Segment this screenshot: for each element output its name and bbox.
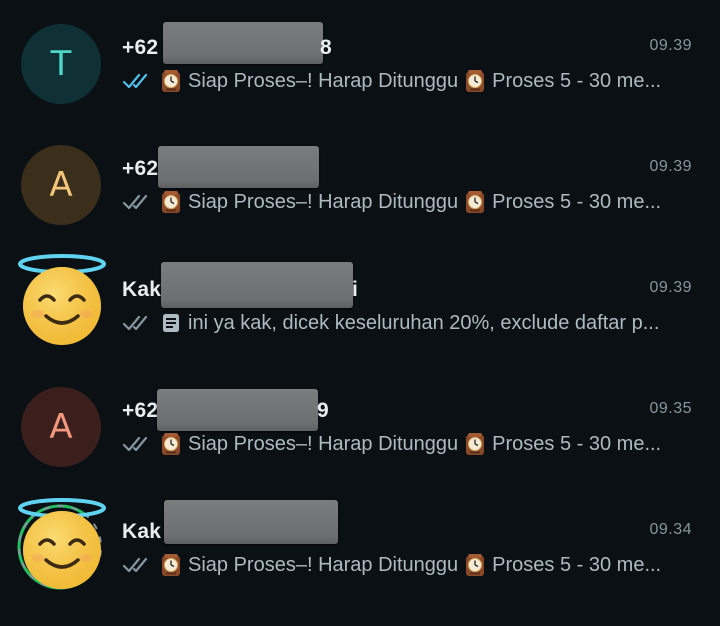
message-preview: Siap Proses–! Harap Ditunggu Proses 5 - … (122, 552, 692, 578)
chat-row[interactable]: A +62 09.39 Siap Proses–! Harap Ditunggu… (0, 121, 720, 242)
delivered-ticks-icon (122, 435, 152, 453)
avatar[interactable]: A (21, 387, 101, 467)
avatar-letter: A (49, 165, 73, 205)
contact-name: +62 (122, 157, 159, 180)
mantelpiece-clock-icon (464, 553, 486, 577)
mantelpiece-clock-icon (160, 553, 182, 577)
angel-emoji-icon (14, 496, 110, 592)
read-ticks-icon (122, 72, 152, 90)
document-icon (163, 314, 179, 332)
avatar[interactable] (14, 252, 110, 348)
message-preview: Siap Proses–! Harap Ditunggu Proses 5 - … (122, 68, 692, 94)
chat-row[interactable]: Kak i 09.39 ini ya kak, dicek keseluruha… (0, 242, 720, 363)
redaction-box (163, 22, 323, 64)
avatar[interactable]: A (21, 145, 101, 225)
avatar[interactable]: T (21, 24, 101, 104)
preview-text: Proses 5 - 30 me... (492, 553, 662, 576)
preview-text: Siap Proses–! Harap Ditunggu (188, 553, 459, 576)
message-time: 09.39 (649, 37, 692, 54)
message-time: 09.39 (649, 158, 692, 175)
angel-emoji-icon (14, 252, 110, 348)
mantelpiece-clock-icon (160, 69, 182, 93)
mantelpiece-clock-icon (464, 190, 486, 214)
redaction-box (164, 500, 338, 544)
delivered-ticks-icon (122, 556, 152, 574)
chat-row[interactable]: Kak 09.34 Siap Proses–! Harap Ditunggu P… (0, 484, 720, 605)
redaction-box (158, 146, 319, 188)
contact-name-suffix: 8 (320, 36, 332, 59)
contact-name: Kak (122, 278, 162, 301)
mantelpiece-clock-icon (464, 432, 486, 456)
mantelpiece-clock-icon (160, 432, 182, 456)
chat-row[interactable]: T +62 8 09.39 Siap Proses–! Harap Ditung… (0, 0, 720, 121)
avatar[interactable] (14, 496, 110, 592)
mantelpiece-clock-icon (160, 190, 182, 214)
delivered-ticks-icon (122, 314, 152, 332)
message-time: 09.34 (649, 521, 692, 538)
avatar-letter: A (49, 407, 73, 447)
redaction-box (157, 389, 318, 431)
avatar-letter: T (50, 44, 72, 84)
preview-text: Siap Proses–! Harap Ditunggu (188, 190, 459, 213)
delivered-ticks-icon (122, 193, 152, 211)
preview-text: Proses 5 - 30 me... (492, 432, 662, 455)
chat-list: T +62 8 09.39 Siap Proses–! Harap Ditung… (0, 0, 720, 626)
preview-text: Proses 5 - 30 me... (492, 190, 662, 213)
chat-row[interactable]: A +62 9 09.35 Siap Proses–! Harap Ditung… (0, 363, 720, 484)
mantelpiece-clock-icon (464, 69, 486, 93)
preview-text: Proses 5 - 30 me... (492, 69, 662, 92)
contact-name: +62 (122, 36, 159, 59)
contact-name-suffix: 9 (317, 399, 329, 422)
preview-text: Siap Proses–! Harap Ditunggu (188, 69, 459, 92)
message-preview: Siap Proses–! Harap Ditunggu Proses 5 - … (122, 189, 692, 215)
message-time: 09.35 (649, 400, 692, 417)
preview-text: Siap Proses–! Harap Ditunggu (188, 432, 459, 455)
contact-name-suffix: i (352, 278, 358, 301)
preview-text: ini ya kak, dicek keseluruhan 20%, exclu… (188, 311, 660, 334)
contact-name: Kak (122, 520, 162, 543)
message-preview: Siap Proses–! Harap Ditunggu Proses 5 - … (122, 431, 692, 457)
redaction-box (161, 262, 353, 308)
message-preview: ini ya kak, dicek keseluruhan 20%, exclu… (122, 310, 692, 336)
contact-name: +62 (122, 399, 159, 422)
message-time: 09.39 (649, 279, 692, 296)
